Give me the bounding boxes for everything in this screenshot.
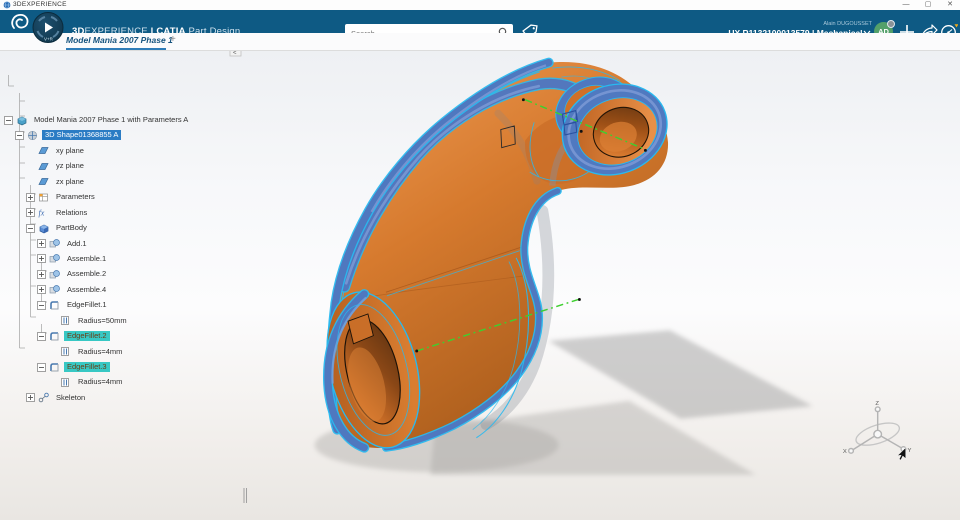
- tree-item-label: PartBody: [56, 223, 87, 233]
- active-tab-indicator: [66, 47, 166, 50]
- tree-item[interactable]: EdgeFillet.2: [0, 328, 250, 343]
- tree-item-label: 3D Shape01368855 A: [42, 130, 122, 141]
- tree-item[interactable]: Assemble.2: [0, 267, 250, 282]
- new-tab-button[interactable]: +: [170, 34, 176, 45]
- plane-icon: [38, 145, 49, 156]
- tree-item-label: Model Mania 2007 Phase 1 with Parameters…: [34, 115, 189, 125]
- tree-item-label: EdgeFillet.1: [67, 300, 107, 310]
- triad-x-label: X: [843, 449, 847, 455]
- relations-icon: fx: [38, 207, 49, 218]
- specification-tree: Model Mania 2007 Phase 1 with Parameters…: [0, 112, 250, 405]
- plane-icon: [38, 161, 49, 172]
- expand-icon[interactable]: [26, 208, 35, 218]
- expand-icon[interactable]: [26, 192, 35, 202]
- tree-scroll-left-arrow: <: [233, 51, 237, 57]
- tree-item[interactable]: Radius=4mm: [0, 344, 250, 359]
- tree-item-label: Parameters: [56, 192, 95, 202]
- 3dexperience-compass-icon[interactable]: V+R: [31, 12, 65, 46]
- tree-item[interactable]: EdgeFillet.1: [0, 298, 250, 313]
- tree-item[interactable]: Radius=4mm: [0, 375, 250, 390]
- boolean-icon: [49, 269, 60, 280]
- tree-item[interactable]: xy plane: [0, 143, 250, 158]
- tree-item[interactable]: 3D Shape01368855 A: [0, 128, 250, 143]
- tree-item[interactable]: Skeleton: [0, 390, 250, 405]
- triad-z-label: Z: [875, 401, 879, 407]
- radius-icon: [60, 315, 71, 326]
- 3d-viewport[interactable]: Z X Y Model Mania 2007 Phase 1 with Para…: [0, 50, 960, 520]
- parameters-icon: [38, 192, 49, 203]
- tree-item[interactable]: Parameters: [0, 189, 250, 204]
- product-icon: [16, 115, 27, 126]
- tree-item-label: yz plane: [56, 161, 84, 171]
- tree-item[interactable]: Model Mania 2007 Phase 1 with Parameters…: [0, 112, 250, 127]
- expand-icon[interactable]: [37, 239, 46, 248]
- tree-item[interactable]: yz plane: [0, 159, 250, 174]
- tab-bar: Model Mania 2007 Phase 1 +: [0, 33, 960, 51]
- tree-item[interactable]: EdgeFillet.3: [0, 359, 250, 374]
- tree-item[interactable]: Assemble.4: [0, 282, 250, 297]
- skeleton-icon: [38, 392, 49, 403]
- collapse-icon[interactable]: [37, 362, 46, 372]
- tree-item[interactable]: Assemble.1: [0, 251, 250, 266]
- fillet-icon: [49, 300, 60, 311]
- tree-item-label: Relations: [56, 207, 88, 217]
- partbody-icon: [38, 223, 49, 234]
- shape-icon: [27, 130, 38, 141]
- window-title: 3DEXPERIENCE: [13, 1, 67, 8]
- tree-item-label: Assemble.2: [67, 269, 107, 279]
- tree-item[interactable]: Radius=50mm: [0, 313, 250, 328]
- tree-item-label: Assemble.4: [67, 284, 107, 294]
- plane-icon: [38, 176, 49, 187]
- close-button[interactable]: ✕: [940, 0, 960, 10]
- expand-icon[interactable]: [37, 285, 46, 295]
- tree-scroll-handle-bottom[interactable]: [240, 487, 254, 505]
- compass-vr-label: V+R: [44, 37, 54, 42]
- svg-text:fx: fx: [39, 209, 45, 218]
- collapse-icon[interactable]: [26, 223, 35, 233]
- radius-icon: [60, 346, 71, 357]
- tree-item-label: zx plane: [56, 176, 84, 186]
- tree-item[interactable]: PartBody: [0, 220, 250, 235]
- tree-item[interactable]: Add.1: [0, 236, 250, 251]
- maximize-button[interactable]: ▢: [918, 0, 938, 10]
- tree-item-label: Skeleton: [56, 392, 86, 402]
- tree-item[interactable]: fx Relations: [0, 205, 250, 220]
- tab-model-mania[interactable]: Model Mania 2007 Phase 1: [66, 35, 173, 50]
- minimize-button[interactable]: —: [896, 0, 916, 10]
- radius-icon: [60, 377, 71, 388]
- tree-item-label: Assemble.1: [67, 253, 107, 263]
- expand-icon[interactable]: [26, 393, 35, 403]
- collapse-icon[interactable]: [15, 131, 24, 140]
- tree-item-label: Radius=4mm: [78, 346, 123, 356]
- notification-badge: [953, 23, 958, 29]
- presence-badge: [887, 20, 895, 28]
- boolean-icon: [49, 238, 60, 249]
- collapse-icon[interactable]: [37, 331, 46, 341]
- app-header: V+R 3DEXPERIENCE | CATIA Part Design Ala…: [0, 10, 960, 43]
- fillet-icon: [49, 331, 60, 342]
- fillet-icon: [49, 362, 60, 373]
- tree-item-label: xy plane: [56, 145, 84, 155]
- tree-item-label: Add.1: [67, 238, 87, 248]
- collapse-icon[interactable]: [37, 300, 46, 310]
- boolean-icon: [49, 253, 60, 264]
- boolean-icon: [49, 284, 60, 295]
- triad-y-label: Y: [908, 448, 912, 454]
- tree-item-label: Radius=4mm: [78, 377, 123, 387]
- tree-item[interactable]: zx plane: [0, 174, 250, 189]
- view-triad[interactable]: Z X Y: [843, 401, 912, 455]
- app-globe-icon: [3, 1, 11, 9]
- expand-icon[interactable]: [37, 254, 46, 264]
- tree-scroll-handle-top[interactable]: <: [229, 50, 243, 65]
- tree-item-label: EdgeFillet.2: [64, 331, 110, 342]
- tree-item-label: EdgeFillet.3: [64, 362, 110, 373]
- tree-item-label: Radius=50mm: [78, 315, 127, 325]
- expand-icon[interactable]: [37, 269, 46, 279]
- collapse-icon[interactable]: [4, 115, 13, 125]
- part-3d-model[interactable]: [312, 57, 680, 458]
